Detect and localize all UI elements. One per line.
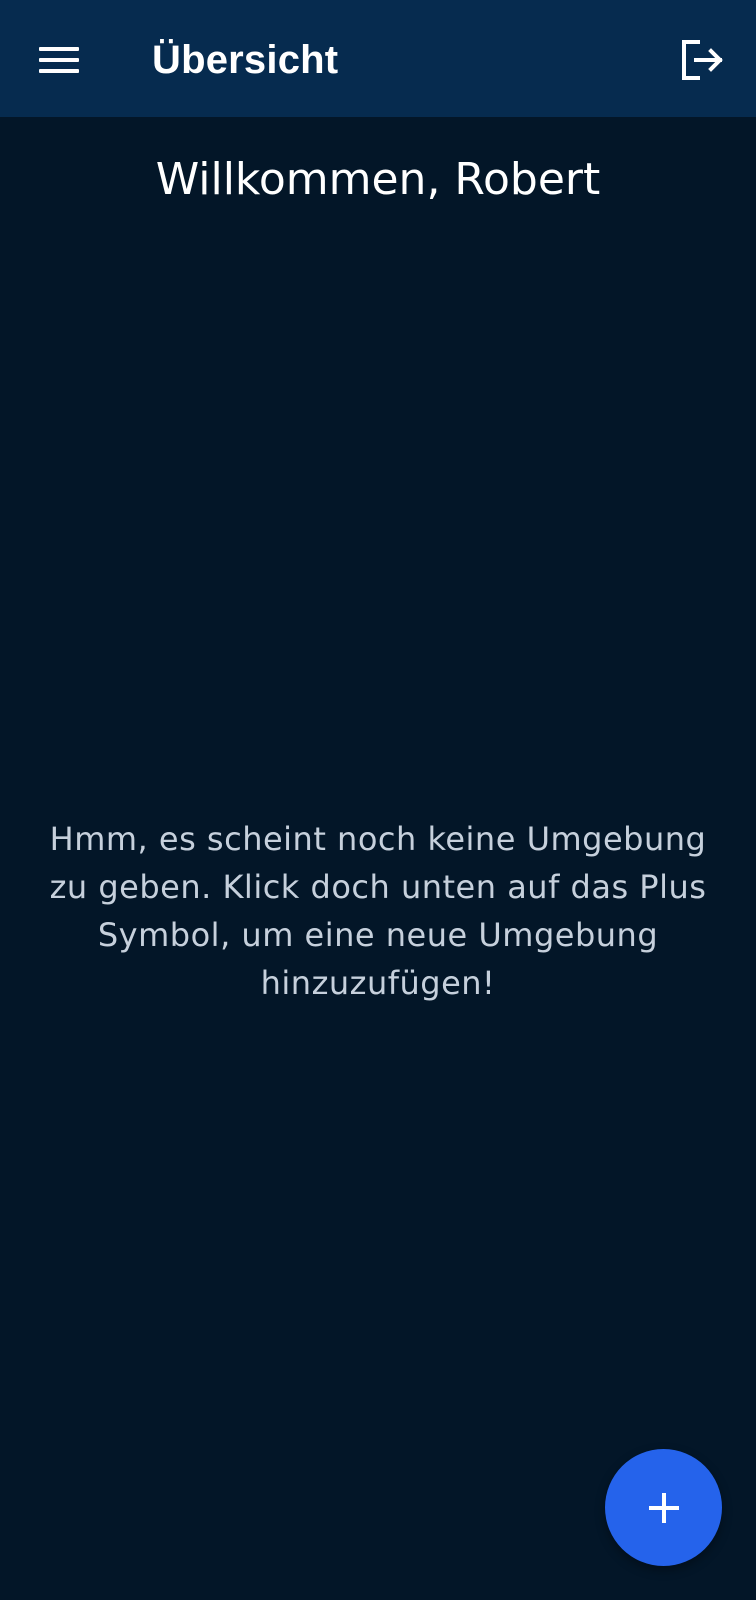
welcome-heading: Willkommen, Robert (155, 154, 601, 205)
empty-state-message: Hmm, es scheint noch keine Umgebung zu g… (49, 820, 707, 1002)
logout-button[interactable] (674, 32, 730, 88)
page-title: Übersicht (152, 38, 339, 82)
plus-icon (648, 1492, 679, 1523)
logout-icon (682, 40, 723, 80)
menu-button[interactable] (30, 34, 88, 86)
hamburger-menu-icon (39, 47, 79, 73)
app-bar: Übersicht (0, 0, 756, 117)
add-environment-button[interactable] (605, 1449, 722, 1566)
